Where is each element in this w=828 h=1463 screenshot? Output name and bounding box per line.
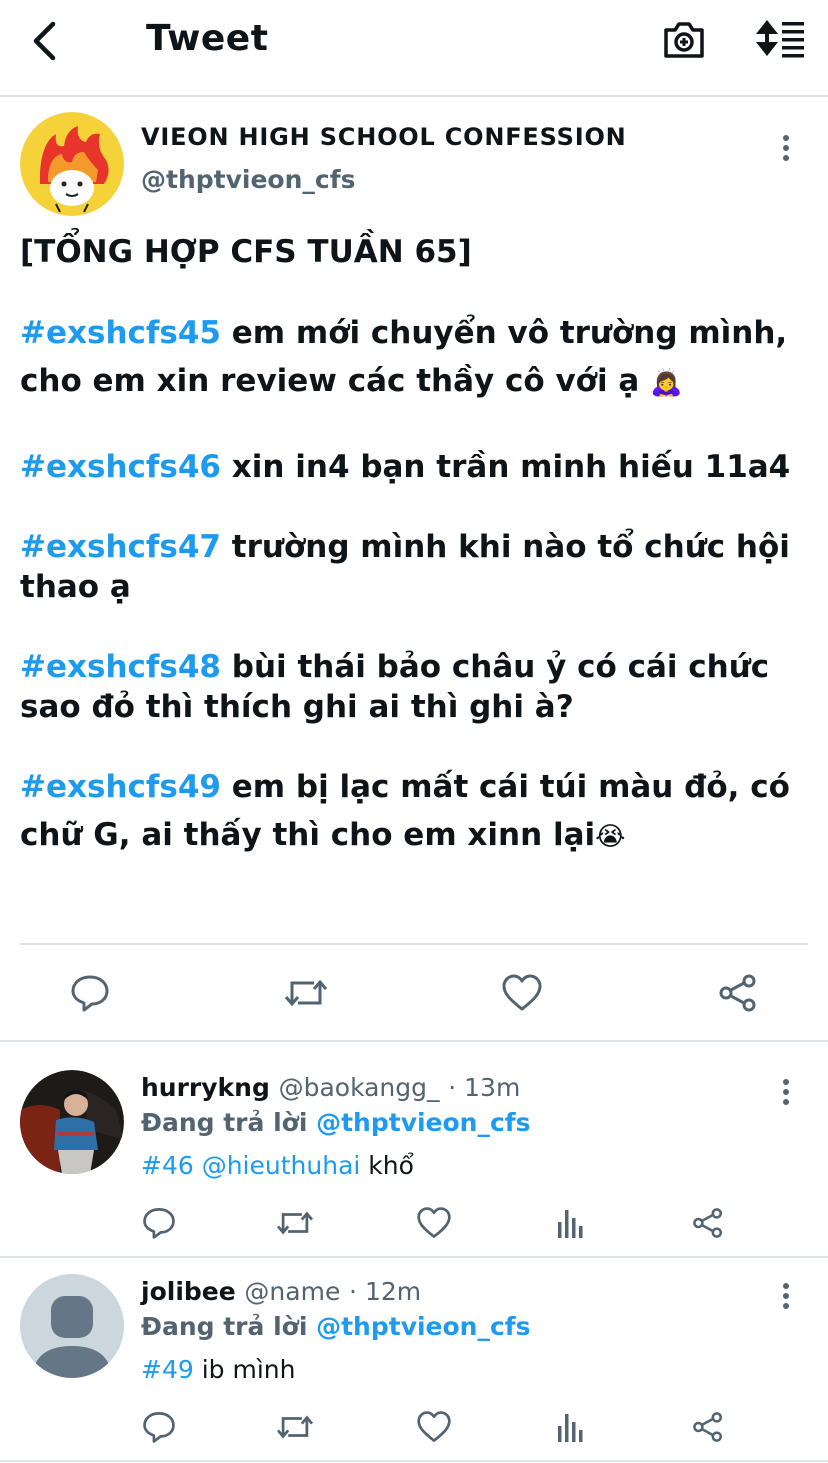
tweet-item-text: trường mình khi nào tổ chức hội (220, 529, 790, 565)
hashtag-link[interactable]: #49 (141, 1355, 194, 1384)
reply-button[interactable] (70, 973, 110, 1017)
retweet-icon (284, 979, 328, 1007)
reply-button[interactable] (142, 1410, 176, 1448)
retweet-button[interactable] (276, 1410, 314, 1448)
hashtag-link[interactable]: #exshcfs47 (20, 529, 221, 565)
like-button[interactable] (416, 1206, 452, 1244)
emoji: 😭 (595, 822, 626, 852)
share-button[interactable] (692, 1410, 724, 1448)
divider (20, 943, 808, 945)
hashtag-link[interactable]: #exshcfs45 (20, 315, 221, 351)
tweet-item-text: chữ G, ai thấy thì cho em xinn lại (20, 817, 596, 853)
hashtag-link[interactable]: #exshcfs46 (20, 449, 221, 485)
reply-body: #49 ib mình (141, 1355, 295, 1384)
reply-text: khổ (360, 1151, 414, 1180)
analytics-bars-icon (558, 1414, 583, 1442)
reply-bubble-icon (71, 975, 109, 1012)
tweet-item: #exshcfs47 trường mình khi nào tổ chức h… (20, 527, 820, 607)
tweet-item: #exshcfs46 xin in4 bạn trần minh hiếu 11… (20, 447, 820, 487)
back-button[interactable] (26, 18, 66, 64)
sort-toggle-icon (756, 20, 804, 58)
author-name[interactable]: VIEON HIGH SCHOOL CONFESSION (141, 123, 627, 151)
author-handle[interactable]: @thptvieon_cfs (141, 165, 355, 194)
top-bar: Tweet (0, 0, 828, 97)
divider (0, 1256, 828, 1258)
reply-timestamp: · 13m (448, 1073, 521, 1102)
more-vertical-icon (779, 135, 793, 161)
tweet-item-text: thao ạ (20, 569, 131, 605)
replying-to-prefix: Đang trả lời (141, 1312, 317, 1341)
tweet-item-text: em mới chuyển vô trường mình, (220, 315, 788, 351)
analytics-button[interactable] (556, 1410, 586, 1448)
like-button[interactable] (416, 1410, 452, 1448)
share-icon (693, 1412, 723, 1442)
replying-to: Đang trả lời @thptvieon_cfs (141, 1312, 531, 1341)
reply-author-handle[interactable]: @name (244, 1277, 340, 1306)
hashtag-link[interactable]: #exshcfs48 (20, 649, 221, 685)
reply-author-line: hurrykng @baokangg_ · 13m (141, 1073, 520, 1102)
reply-avatar[interactable] (20, 1274, 124, 1378)
tweet-item-text: bùi thái bảo châu ỷ có cái chức (220, 649, 770, 685)
reply-avatar-image (20, 1070, 124, 1174)
tweet-heading: [TỔNG HỢP CFS TUẦN 65] (20, 234, 472, 270)
replying-to: Đang trả lời @thptvieon_cfs (141, 1108, 531, 1137)
like-button[interactable] (501, 973, 543, 1017)
tweet-item: #exshcfs48 bùi thái bảo châu ỷ có cái ch… (20, 647, 820, 727)
heart-icon (417, 1411, 451, 1442)
retweet-icon (276, 1415, 314, 1439)
share-button[interactable] (692, 1206, 724, 1244)
reply-bubble-icon (143, 1208, 175, 1239)
divider (0, 1040, 828, 1042)
reply-avatar[interactable] (20, 1070, 124, 1174)
divider (0, 1460, 828, 1462)
reply-author-name[interactable]: hurrykng (141, 1073, 270, 1102)
reply-author-line: jolibee @name · 12m (141, 1277, 421, 1306)
tweet-item: #exshcfs45 em mới chuyển vô trường mình,… (20, 313, 820, 403)
sort-toggle-button[interactable] (754, 16, 806, 66)
more-vertical-icon (779, 1079, 793, 1105)
page-title: Tweet (146, 18, 269, 59)
analytics-bars-icon (558, 1210, 583, 1238)
share-icon (719, 974, 756, 1012)
reply-more-button[interactable] (779, 1076, 793, 1108)
camera-button[interactable] (662, 16, 706, 66)
share-button[interactable] (718, 973, 758, 1017)
analytics-button[interactable] (556, 1206, 586, 1244)
author-avatar-image (20, 112, 124, 216)
hashtag-link[interactable]: #exshcfs49 (20, 769, 221, 805)
replying-to-link[interactable]: @thptvieon_cfs (316, 1108, 530, 1137)
camera-plus-icon (664, 22, 704, 58)
reply-body: #46 @hieuthuhai khổ (141, 1151, 414, 1180)
replying-to-prefix: Đang trả lời (141, 1108, 317, 1137)
reply-more-button[interactable] (779, 1280, 793, 1312)
hashtag-link[interactable]: #46 (141, 1151, 194, 1180)
tweet-item-text: sao đỏ thì thích ghi ai thì ghi à? (20, 689, 574, 725)
retweet-icon (276, 1211, 314, 1235)
author-avatar[interactable] (20, 112, 124, 216)
reply-bubble-icon (143, 1412, 175, 1443)
reply-author-name[interactable]: jolibee (141, 1277, 236, 1306)
reply-button[interactable] (142, 1206, 176, 1244)
share-icon (693, 1208, 723, 1238)
chevron-left-icon (33, 21, 56, 61)
reply-author-handle[interactable]: @baokangg_ (279, 1073, 440, 1102)
heart-icon (502, 974, 542, 1011)
tweet-item-text: cho em xin review các thầy cô với ạ (20, 363, 651, 399)
mention-link[interactable]: @hieuthuhai (194, 1151, 361, 1180)
heart-icon (417, 1207, 451, 1238)
more-vertical-icon (779, 1283, 793, 1309)
default-avatar-icon (20, 1274, 124, 1378)
reply-text: ib mình (193, 1355, 296, 1384)
tweet-more-button[interactable] (779, 132, 793, 164)
reply-timestamp: · 12m (349, 1277, 422, 1306)
retweet-button[interactable] (276, 1206, 314, 1244)
tweet-item-text: xin in4 bạn trần minh hiếu 11a4 (220, 449, 791, 485)
emoji: 🙇‍♀️ (650, 368, 683, 398)
tweet-item: #exshcfs49 em bị lạc mất cái túi màu đỏ,… (20, 767, 820, 857)
retweet-button[interactable] (284, 973, 328, 1017)
replying-to-link[interactable]: @thptvieon_cfs (316, 1312, 530, 1341)
tweet-item-text: em bị lạc mất cái túi màu đỏ, có (220, 769, 790, 805)
